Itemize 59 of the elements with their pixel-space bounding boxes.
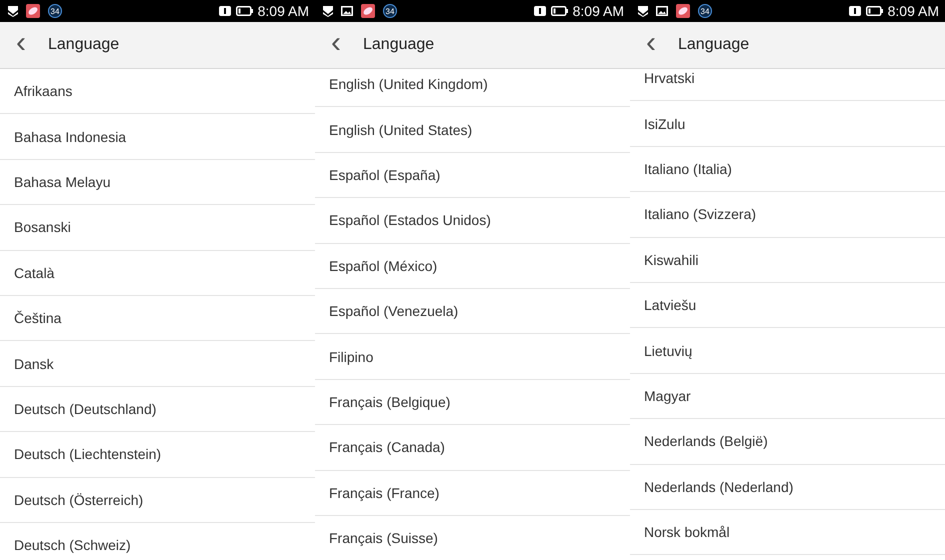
language-item[interactable]: Català bbox=[0, 250, 315, 296]
screen-title: Language bbox=[363, 36, 434, 54]
picture-icon bbox=[341, 6, 353, 16]
shield-icon bbox=[323, 6, 333, 16]
app-icon bbox=[361, 4, 375, 18]
language-item[interactable]: Norsk bokmål bbox=[630, 510, 945, 556]
language-item[interactable]: Italiano (Italia) bbox=[630, 146, 945, 192]
battery-icon bbox=[866, 6, 883, 16]
language-item[interactable]: IsiZulu bbox=[630, 101, 945, 147]
language-item[interactable]: Deutsch (Liechtenstein) bbox=[0, 432, 315, 478]
language-item[interactable]: Dansk bbox=[0, 341, 315, 387]
language-item[interactable]: Lietuvių bbox=[630, 328, 945, 374]
language-item[interactable]: Latviešu bbox=[630, 282, 945, 328]
shield-icon bbox=[8, 6, 18, 16]
battery-icon bbox=[550, 6, 568, 16]
count-badge: 34 bbox=[383, 4, 397, 18]
language-item[interactable]: Deutsch (Österreich) bbox=[0, 478, 315, 523]
language-item[interactable]: Français (Canada) bbox=[315, 425, 630, 471]
battery-icon bbox=[236, 6, 253, 16]
language-item[interactable]: Nederlands (België) bbox=[630, 419, 945, 465]
shield-icon bbox=[638, 6, 648, 16]
language-item[interactable]: Bahasa Indonesia bbox=[0, 114, 315, 160]
language-item[interactable]: Afrikaans bbox=[0, 69, 315, 114]
back-button[interactable]: ‹ bbox=[642, 28, 660, 58]
language-item[interactable]: Español (México) bbox=[315, 244, 630, 289]
count-badge: 34 bbox=[48, 4, 62, 18]
battery-saver-icon bbox=[848, 6, 861, 16]
language-item[interactable]: Español (Venezuela) bbox=[315, 288, 630, 334]
screen-title: Language bbox=[678, 36, 750, 54]
language-item[interactable]: Čeština bbox=[0, 296, 315, 342]
back-button[interactable]: ‹ bbox=[327, 28, 345, 58]
language-item[interactable]: Kiswahili bbox=[630, 238, 945, 283]
app-icon bbox=[26, 4, 40, 18]
app-icon bbox=[676, 4, 690, 18]
battery-saver-icon bbox=[218, 6, 231, 16]
language-item[interactable]: English (United States) bbox=[315, 107, 630, 153]
screen-title: Language bbox=[48, 36, 120, 54]
status-time: 8:09 AM bbox=[258, 3, 309, 19]
language-item[interactable]: Hrvatski bbox=[630, 69, 945, 102]
back-button[interactable]: ‹ bbox=[12, 28, 30, 58]
status-time: 8:09 AM bbox=[888, 3, 939, 19]
language-item[interactable]: Italiano (Svizzera) bbox=[630, 192, 945, 238]
language-item[interactable]: Deutsch (Deutschland) bbox=[0, 386, 315, 432]
language-item[interactable]: Español (Estados Unidos) bbox=[315, 198, 630, 244]
language-item[interactable]: Nederlands (Nederland) bbox=[630, 464, 945, 510]
language-item[interactable]: Bosanski bbox=[0, 205, 315, 251]
language-item[interactable]: Bahasa Melayu bbox=[0, 160, 315, 206]
language-item[interactable]: Français (France) bbox=[315, 470, 630, 516]
count-badge: 34 bbox=[698, 4, 712, 18]
language-item[interactable]: Filipino bbox=[315, 334, 630, 380]
language-item[interactable]: Español (España) bbox=[315, 152, 630, 198]
language-item[interactable]: Français (Belgique) bbox=[315, 380, 630, 426]
battery-saver-icon bbox=[534, 6, 546, 16]
status-time: 8:09 AM bbox=[572, 3, 624, 19]
language-item[interactable]: Français (Suisse) bbox=[315, 516, 630, 560]
picture-icon bbox=[656, 6, 668, 16]
language-item[interactable]: Magyar bbox=[630, 374, 945, 420]
language-item[interactable]: English (United Kingdom) bbox=[315, 69, 630, 108]
language-item[interactable]: Deutsch (Schweiz) bbox=[0, 522, 315, 560]
